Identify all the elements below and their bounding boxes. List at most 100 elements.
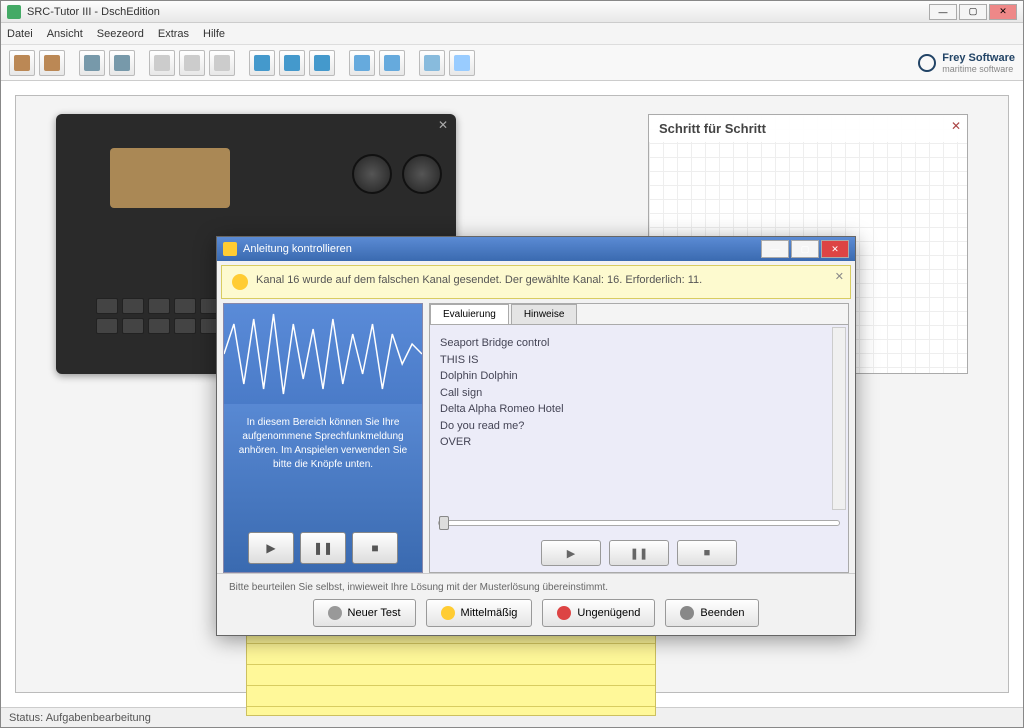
separator [69,50,75,76]
radio-key[interactable] [148,318,170,334]
ok-button[interactable]: Mittelmäßig [426,599,533,627]
dialog-footer: Bitte beurteilen Sie selbst, inwieweit I… [217,573,855,635]
x-icon [680,606,694,620]
stop-button[interactable]: ■ [352,532,398,564]
transcript-line: Do you read me? [440,418,838,435]
map-icon [254,55,270,71]
play-button[interactable]: ▶ [248,532,294,564]
device-icon [114,55,130,71]
eval-stop-button[interactable]: ■ [677,540,737,566]
menubar: Datei Ansicht Seezeord Extras Hilfe [1,23,1023,45]
scrollbar[interactable] [832,327,846,510]
steps-title: Schritt für Schritt [649,115,967,142]
menu-hilfe[interactable]: Hilfe [203,28,225,40]
menu-seezeord[interactable]: Seezeord [97,28,144,40]
eval-play-button[interactable]: ▶ [541,540,601,566]
close-dialog-button[interactable]: Beenden [665,599,759,627]
repeat-icon [328,606,342,620]
toolbar-btn-6[interactable] [179,50,205,76]
panel-close-icon[interactable]: ✕ [951,119,961,133]
hint-text: Kanal 16 wurde auf dem falschen Kanal ge… [256,274,702,290]
menu-datei[interactable]: Datei [7,28,33,40]
menu-ansicht[interactable]: Ansicht [47,28,83,40]
radio-key[interactable] [148,298,170,314]
tab-hinweise[interactable]: Hinweise [511,304,578,324]
eval-transcript: Seaport Bridge control THIS IS Dolphin D… [430,325,848,512]
toolbar-btn-12[interactable] [379,50,405,76]
pause-button[interactable]: ❚❚ [300,532,346,564]
close-button[interactable]: ✕ [989,4,1017,20]
radio-key[interactable] [174,318,196,334]
map-icon [314,55,330,71]
separator [339,50,345,76]
radio-key[interactable] [96,318,118,334]
flag-icon [424,55,440,71]
toolbar-btn-5[interactable] [149,50,175,76]
panel-close-icon[interactable]: ✕ [436,118,450,132]
radio-key[interactable] [174,298,196,314]
toolbar-btn-2[interactable] [39,50,65,76]
dialog-close-button[interactable]: ✕ [821,240,849,258]
repeat-label: Neuer Test [348,607,401,619]
separator [409,50,415,76]
globe-icon [354,55,370,71]
hint-close-icon[interactable]: ✕ [835,270,844,283]
tab-evaluierung[interactable]: Evaluierung [430,304,509,324]
radio-key[interactable] [96,298,118,314]
brand-label: Frey Software [942,52,1015,64]
radio-icon [14,55,30,71]
close-label: Beenden [700,607,744,619]
toolbar-btn-13[interactable] [419,50,445,76]
footer-hint: Bitte beurteilen Sie selbst, inwieweit I… [225,582,847,593]
device-icon [84,55,100,71]
audio-panel: In diesem Bereich können Sie Ihre aufgen… [223,303,423,573]
globe-icon [384,55,400,71]
evaluation-panel: Evaluierung Hinweise Seaport Bridge cont… [429,303,849,573]
eval-pause-button[interactable]: ❚❚ [609,540,669,566]
slider-thumb[interactable] [439,516,449,530]
repeat-button[interactable]: Neuer Test [313,599,416,627]
bad-label: Ungenügend [577,607,640,619]
menu-extras[interactable]: Extras [158,28,189,40]
eval-tabs: Evaluierung Hinweise [430,304,848,325]
transcript-line: Call sign [440,385,838,402]
squelch-knob[interactable] [402,154,442,194]
transcript-line: Dolphin Dolphin [440,368,838,385]
brand-icon [918,54,936,72]
titlebar: SRC-Tutor III - DschEdition — ▢ ✕ [1,1,1023,23]
radio-key[interactable] [122,318,144,334]
dialog-minimize-button[interactable]: — [761,240,789,258]
radio-knobs [352,154,442,194]
workspace: ✕ ✕ Schritt für Schritt Anl [1,81,1023,707]
toolbar-btn-4[interactable] [109,50,135,76]
minimize-button[interactable]: — [929,4,957,20]
toolbar-btn-9[interactable] [279,50,305,76]
dialog-title: Anleitung kontrollieren [243,243,761,255]
toolbar-btn-7[interactable] [209,50,235,76]
page-icon [184,55,200,71]
transcript-line: Delta Alpha Romeo Hotel [440,401,838,418]
toolbar-btn-8[interactable] [249,50,275,76]
window-title: SRC-Tutor III - DschEdition [27,6,929,18]
bad-button[interactable]: Ungenügend [542,599,655,627]
volume-knob[interactable] [352,154,392,194]
toolbar-btn-1[interactable] [9,50,35,76]
toolbar-btn-11[interactable] [349,50,375,76]
main-window: SRC-Tutor III - DschEdition — ▢ ✕ Datei … [0,0,1024,728]
radio-key[interactable] [122,298,144,314]
toolbar-btn-3[interactable] [79,50,105,76]
page-icon [154,55,170,71]
radio-icon [44,55,60,71]
toolbar-btn-10[interactable] [309,50,335,76]
audio-controls: ▶ ❚❚ ■ [224,524,422,572]
app-icon [7,5,21,19]
toolbar-btn-14[interactable] [449,50,475,76]
transcript-line: THIS IS [440,352,838,369]
toolbar: Frey Software maritime software [1,45,1023,81]
dialog-maximize-button[interactable]: ▢ [791,240,819,258]
maximize-button[interactable]: ▢ [959,4,987,20]
separator [139,50,145,76]
playback-slider[interactable] [430,512,848,534]
radio-display [110,148,230,208]
dialog-titlebar: Anleitung kontrollieren — ▢ ✕ [217,237,855,261]
